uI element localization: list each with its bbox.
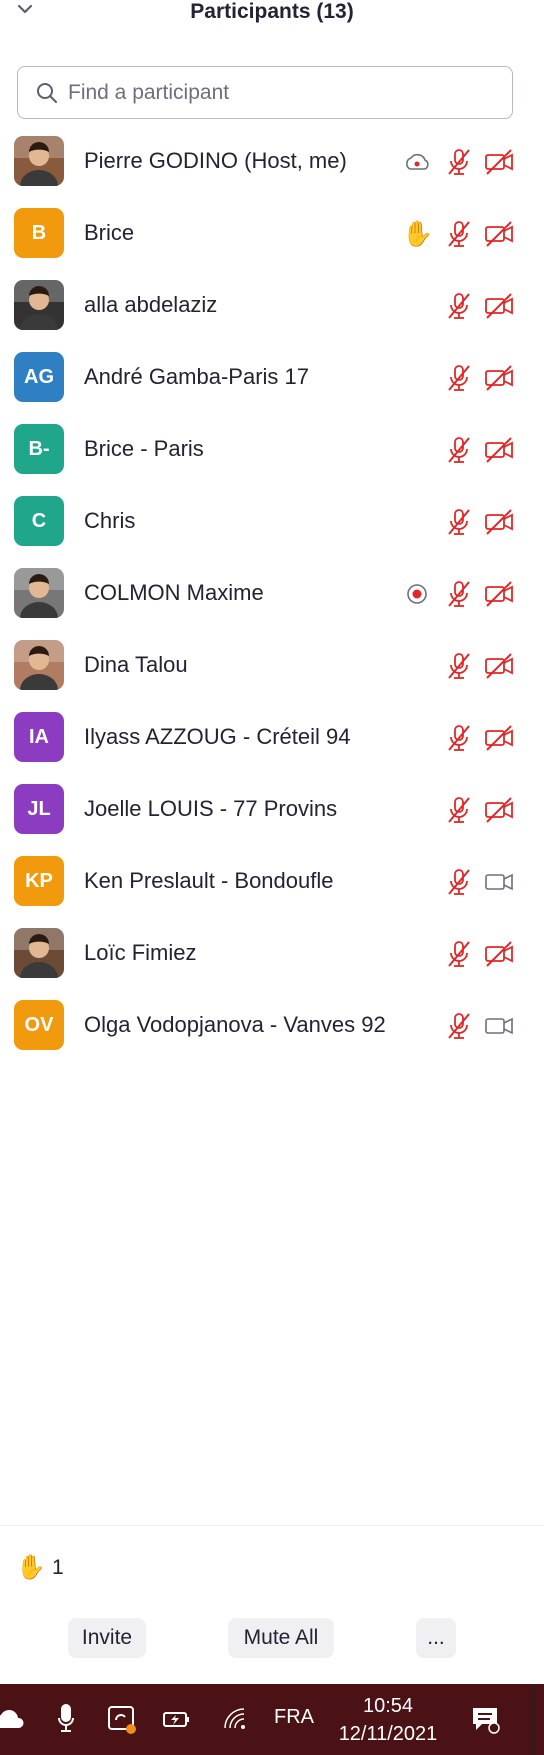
invite-button[interactable]: Invite (68, 1618, 146, 1658)
video-off-icon[interactable] (484, 363, 514, 393)
mic-muted-icon[interactable] (444, 435, 474, 465)
participant-name: COLMON Maxime (84, 580, 264, 605)
participant-row[interactable]: AG André Gamba-Paris 17 (0, 341, 544, 413)
cloud-record-icon (402, 147, 432, 177)
windows-taskbar: FRA 10:54 12/11/2021 (0, 1684, 544, 1755)
participant-row[interactable]: B Brice ✋ (0, 197, 544, 269)
participant-row[interactable]: KP Ken Preslault - Bondoufle (0, 845, 544, 917)
raised-hand-counter: ✋ 1 (16, 1552, 64, 1584)
wifi-icon[interactable] (222, 1706, 248, 1737)
clock-date: 12/11/2021 (338, 1723, 438, 1745)
mic-muted-icon[interactable] (444, 1011, 474, 1041)
participant-name: alla abdelaziz (84, 292, 218, 317)
search-input[interactable] (66, 77, 490, 109)
video-off-icon[interactable] (484, 435, 514, 465)
microphone-icon[interactable] (56, 1702, 76, 1739)
raised-hand-count: 1 (52, 1556, 64, 1579)
recording-icon (402, 579, 432, 609)
participant-name: Olga Vodopjanova - Vanves 92 (84, 1012, 386, 1037)
participant-name: Brice (84, 220, 135, 245)
raised-hand-icon: ✋ (402, 220, 434, 248)
show-desktop-divider (532, 1684, 534, 1755)
avatar: OV (14, 1000, 64, 1050)
participant-row[interactable]: Dina Talou (0, 629, 544, 701)
participant-row[interactable]: C Chris (0, 485, 544, 557)
search-box[interactable] (17, 66, 513, 119)
avatar: IA (14, 712, 64, 762)
mic-muted-icon[interactable] (444, 651, 474, 681)
avatar: AG (14, 352, 64, 402)
participant-row[interactable]: COLMON Maxime (0, 557, 544, 629)
battery-charging-icon[interactable] (162, 1708, 192, 1735)
mute-all-button[interactable]: Mute All (228, 1618, 334, 1658)
participant-name: Chris (84, 508, 136, 533)
avatar (14, 136, 64, 186)
raised-hand-icon: ✋ (16, 1554, 46, 1581)
sync-icon[interactable] (106, 1704, 138, 1741)
more-button[interactable]: ... (416, 1618, 456, 1658)
participant-row[interactable]: alla abdelaziz (0, 269, 544, 341)
video-off-icon[interactable] (484, 723, 514, 753)
participant-name: Ilyass AZZOUG - Créteil 94 (84, 724, 351, 749)
video-off-icon[interactable] (484, 219, 514, 249)
avatar: B- (14, 424, 64, 474)
participant-row[interactable]: B- Brice - Paris (0, 413, 544, 485)
video-off-icon[interactable] (484, 147, 514, 177)
video-off-icon[interactable] (484, 579, 514, 609)
participant-name: Brice - Paris (84, 436, 204, 461)
video-off-icon[interactable] (484, 291, 514, 321)
mic-muted-icon[interactable] (444, 579, 474, 609)
input-language[interactable]: FRA (274, 1706, 314, 1729)
avatar: JL (14, 784, 64, 834)
video-on-icon[interactable] (484, 867, 514, 897)
panel-title: Participants (13) (190, 0, 354, 23)
avatar (14, 568, 64, 618)
participant-row[interactable]: OV Olga Vodopjanova - Vanves 92 (0, 989, 544, 1061)
video-off-icon[interactable] (484, 795, 514, 825)
notification-icon[interactable] (470, 1704, 502, 1741)
avatar: KP (14, 856, 64, 906)
mic-muted-icon[interactable] (444, 723, 474, 753)
mic-muted-icon[interactable] (444, 219, 474, 249)
participant-row[interactable]: JL Joelle LOUIS - 77 Provins (0, 773, 544, 845)
participant-name: Pierre GODINO (Host, me) (84, 148, 347, 173)
video-off-icon[interactable] (484, 507, 514, 537)
mic-muted-icon[interactable] (444, 291, 474, 321)
clock[interactable]: 10:54 12/11/2021 (334, 1692, 442, 1748)
participant-name: Ken Preslault - Bondoufle (84, 868, 334, 893)
participant-name: Dina Talou (84, 652, 188, 677)
participant-row[interactable]: Loïc Fimiez (0, 917, 544, 989)
mic-muted-icon[interactable] (444, 507, 474, 537)
mic-muted-icon[interactable] (444, 363, 474, 393)
avatar: C (14, 496, 64, 546)
video-off-icon[interactable] (484, 651, 514, 681)
avatar (14, 928, 64, 978)
panel-header: Participants (13) (0, 0, 544, 28)
onedrive-cloud-icon[interactable] (0, 1708, 26, 1735)
video-off-icon[interactable] (484, 939, 514, 969)
footer-divider (0, 1525, 544, 1526)
participant-name: André Gamba-Paris 17 (84, 364, 309, 389)
participant-name: Joelle LOUIS - 77 Provins (84, 796, 338, 821)
avatar (14, 280, 64, 330)
mic-muted-icon[interactable] (444, 147, 474, 177)
avatar: B (14, 208, 64, 258)
video-on-icon[interactable] (484, 1011, 514, 1041)
mic-muted-icon[interactable] (444, 795, 474, 825)
participant-row[interactable]: Pierre GODINO (Host, me) (0, 125, 544, 197)
participant-name: Loïc Fimiez (84, 940, 197, 965)
participant-row[interactable]: IA Ilyass AZZOUG - Créteil 94 (0, 701, 544, 773)
search-icon (37, 83, 57, 103)
mic-muted-icon[interactable] (444, 939, 474, 969)
avatar (14, 640, 64, 690)
mic-muted-icon[interactable] (444, 867, 474, 897)
clock-time: 10:54 (362, 1695, 414, 1717)
